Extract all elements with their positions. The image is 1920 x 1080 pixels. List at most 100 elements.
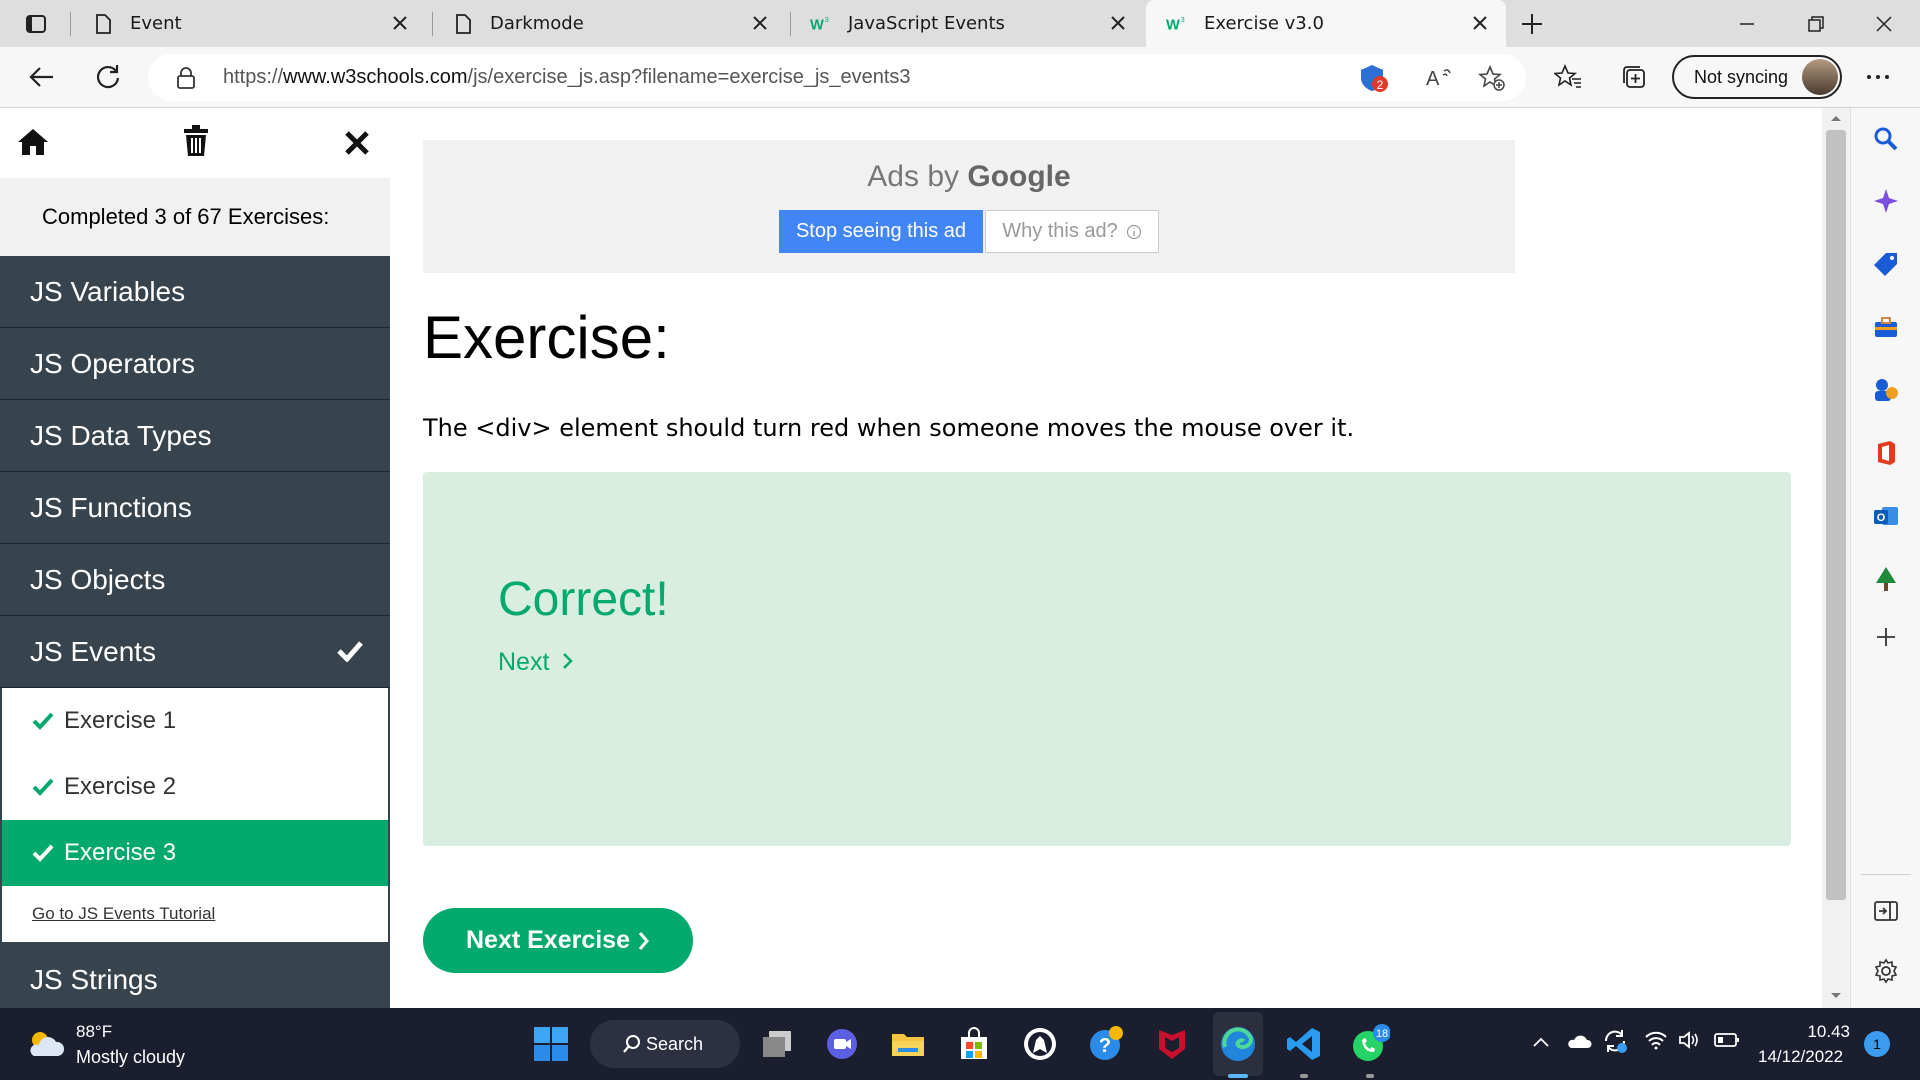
sync-status-icon[interactable] — [1602, 1028, 1628, 1054]
next-exercise-button[interactable]: Next Exercise — [423, 908, 693, 973]
close-sidebar-icon[interactable] — [344, 130, 370, 156]
github-icon[interactable] — [1020, 1024, 1060, 1064]
why-this-ad-button[interactable]: Why this ad? — [985, 210, 1159, 253]
weather-temperature[interactable]: 88°F — [76, 1022, 112, 1042]
shopping-icon[interactable] — [1871, 249, 1901, 279]
games-icon[interactable] — [1871, 375, 1901, 405]
page-title: Exercise: — [423, 304, 670, 371]
exercise-item-3[interactable]: Exercise 3 — [0, 820, 390, 886]
svg-text:3: 3 — [1181, 15, 1185, 24]
back-icon[interactable] — [26, 61, 58, 93]
result-panel: Correct! Next — [423, 472, 1791, 846]
trash-icon[interactable] — [182, 124, 210, 158]
lock-icon[interactable] — [176, 67, 196, 89]
stop-seeing-ad-button[interactable]: Stop seeing this ad — [779, 210, 983, 253]
url-field[interactable]: https://www.w3schools.com/js/exercise_js… — [148, 54, 1526, 101]
main-content: Ads by Google Stop seeing this ad Why th… — [390, 108, 1822, 1008]
close-icon[interactable] — [750, 13, 770, 33]
close-icon[interactable] — [1470, 13, 1490, 33]
svg-text:18: 18 — [1376, 1028, 1388, 1040]
favorites-icon[interactable] — [1552, 61, 1584, 93]
task-view-icon[interactable] — [757, 1024, 797, 1064]
sidebar-item-js-data-types[interactable]: JS Data Types — [0, 400, 390, 472]
refresh-icon[interactable] — [92, 61, 124, 93]
teams-chat-icon[interactable] — [822, 1024, 862, 1064]
scroll-down-icon[interactable] — [1830, 992, 1842, 1000]
home-icon[interactable] — [16, 126, 50, 158]
close-icon[interactable] — [390, 13, 410, 33]
url-text[interactable]: https://www.w3schools.com/js/exercise_js… — [223, 66, 911, 89]
exercise-sidebar: Completed 3 of 67 Exercises: JS Variable… — [0, 108, 390, 1008]
address-toolbar: https://www.w3schools.com/js/exercise_js… — [0, 47, 1920, 108]
exercise-item-1[interactable]: Exercise 1 — [0, 688, 390, 754]
sidebar-item-js-operators[interactable]: JS Operators — [0, 328, 390, 400]
category-label: JS Variables — [30, 275, 186, 307]
file-explorer-icon[interactable] — [888, 1024, 928, 1064]
battery-icon[interactable] — [1714, 1032, 1740, 1048]
scrollbar-thumb[interactable] — [1826, 130, 1846, 900]
chevron-right-icon — [562, 652, 574, 670]
whatsapp-icon[interactable]: 18 — [1350, 1024, 1390, 1064]
close-icon[interactable] — [1108, 13, 1128, 33]
tracking-prevention-icon[interactable]: 2 — [1358, 62, 1390, 94]
add-icon[interactable] — [1871, 622, 1901, 652]
copilot-icon[interactable] — [1871, 186, 1901, 216]
tab-exercise[interactable]: W3 Exercise v3.0 — [1146, 0, 1506, 47]
weather-cloudy-icon[interactable] — [26, 1028, 66, 1060]
sidebar-item-js-events[interactable]: JS Events — [0, 616, 390, 688]
sidebar-item-js-variables[interactable]: JS Variables — [0, 256, 390, 328]
sidebar-item-js-strings[interactable]: JS Strings — [0, 944, 390, 1008]
outlook-icon[interactable]: O — [1871, 501, 1901, 531]
help-icon[interactable]: ? — [1086, 1024, 1126, 1064]
settings-icon[interactable] — [1871, 956, 1901, 986]
profile-sync-button[interactable]: Not syncing — [1672, 55, 1842, 99]
window-close-icon[interactable] — [1868, 8, 1900, 40]
search-label: Search — [646, 1033, 704, 1054]
wifi-icon[interactable] — [1644, 1030, 1668, 1050]
tree-icon[interactable] — [1871, 564, 1901, 594]
exercise-item-2[interactable]: Exercise 2 — [0, 754, 390, 820]
onedrive-icon[interactable] — [1566, 1032, 1592, 1050]
vscode-icon[interactable] — [1284, 1024, 1324, 1064]
tab-darkmode[interactable]: Darkmode — [432, 0, 786, 47]
sidebar-item-js-objects[interactable]: JS Objects — [0, 544, 390, 616]
read-aloud-icon[interactable]: A — [1426, 65, 1454, 91]
clock-time[interactable]: 10.43 — [1806, 1022, 1850, 1042]
tab-actions-icon[interactable] — [20, 8, 52, 40]
checkmark-icon — [32, 776, 54, 798]
svg-text:A: A — [1426, 68, 1440, 90]
w3schools-icon: W3 — [1166, 13, 1188, 35]
volume-icon[interactable] — [1677, 1030, 1701, 1050]
next-link[interactable]: Next — [498, 648, 574, 677]
tab-javascript-events[interactable]: W3 JavaScript Events — [790, 0, 1144, 47]
category-label: JS Events — [30, 635, 157, 667]
clock-date[interactable]: 14/12/2022 — [1758, 1047, 1843, 1067]
add-favorite-icon[interactable] — [1478, 64, 1506, 92]
tab-event[interactable]: Event — [72, 0, 426, 47]
page-scrollbar[interactable] — [1822, 108, 1850, 1008]
search-icon[interactable] — [1871, 124, 1901, 154]
scroll-up-icon[interactable] — [1830, 114, 1842, 122]
new-tab-icon[interactable] — [1516, 8, 1548, 40]
tools-icon[interactable] — [1871, 312, 1901, 342]
minimize-icon[interactable] — [1731, 8, 1763, 40]
notification-badge[interactable]: 1 — [1864, 1031, 1890, 1057]
store-icon[interactable] — [954, 1024, 994, 1064]
tutorial-link[interactable]: Go to JS Events Tutorial — [0, 886, 390, 944]
sync-label: Not syncing — [1694, 66, 1789, 87]
weather-description[interactable]: Mostly cloudy — [76, 1047, 185, 1068]
category-label: JS Data Types — [30, 419, 212, 451]
windows-start-icon[interactable] — [531, 1024, 571, 1064]
collections-icon[interactable] — [1618, 61, 1650, 93]
mcafee-icon[interactable] — [1152, 1024, 1192, 1064]
sidebar-item-js-functions[interactable]: JS Functions — [0, 472, 390, 544]
more-menu-icon[interactable] — [1862, 61, 1894, 93]
next-link-label: Next — [498, 648, 550, 676]
hide-sidebar-icon[interactable] — [1871, 896, 1901, 926]
restore-icon[interactable] — [1800, 8, 1832, 40]
office-icon[interactable] — [1871, 438, 1901, 468]
chevron-up-icon[interactable] — [1532, 1036, 1550, 1048]
checkmark-icon — [32, 842, 54, 864]
taskbar-search[interactable]: Search — [590, 1020, 740, 1068]
tab-label: Event — [130, 13, 182, 34]
